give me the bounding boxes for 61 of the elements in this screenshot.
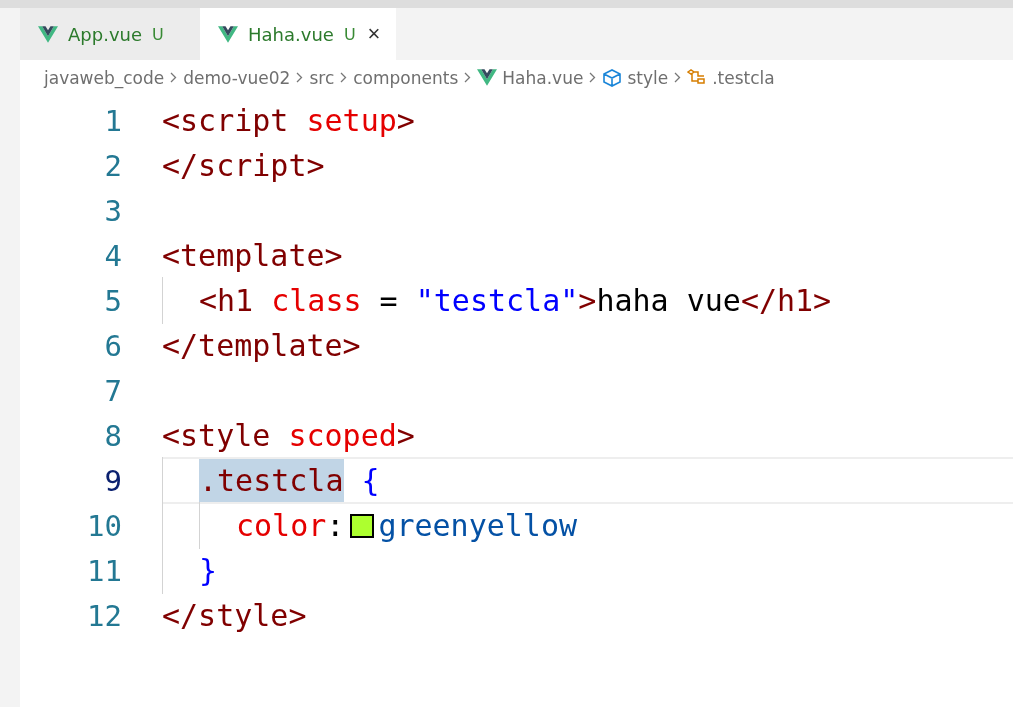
chevron-icon [464,72,472,83]
code-token: "testcla" [415,282,579,320]
breadcrumb-link[interactable]: .testcla [712,67,775,88]
breadcrumb-link[interactable]: src [309,67,335,88]
chevron-icon [170,72,178,83]
code-token: </h1> [740,282,832,320]
line-number: 1 [103,103,122,138]
chevron-icon [340,72,348,83]
code-token: { [360,462,380,500]
code-token: </template> [162,327,361,365]
code-token: haha vue [596,282,741,320]
code-token: class [270,282,362,320]
breadcrumb-link[interactable]: demo-vue02 [183,67,291,88]
code-token: <h1 [199,282,254,320]
line-number: 4 [103,238,122,273]
code-token: > [396,417,415,455]
vue-logo-icon [218,25,238,43]
git-status-label: U [343,24,356,44]
code-token: <template> [162,237,343,275]
line-number: 6 [103,328,122,363]
breadcrumb-link[interactable]: Haha.vue [502,67,584,88]
code-token: scoped [287,417,397,455]
line-number: 10 [86,508,122,543]
code-token: = [378,282,399,320]
code-token: <script [162,102,289,140]
code-token: color [236,507,327,545]
code-token: <style [162,417,271,455]
vue-logo-icon [477,69,498,86]
chevron-icon [674,72,682,83]
tab-label: App.vue [68,23,143,45]
structure-icon [687,68,708,87]
tab-label: Haha.vue [248,23,334,45]
line-number: 2 [103,148,122,183]
breadcrumb-link[interactable]: components [353,67,459,88]
line-number: 12 [86,598,122,633]
code-token: > [396,102,415,140]
code-token: greenyellow [378,507,578,545]
cube-icon [602,68,623,87]
line-number: 9 [103,463,122,498]
code-token: : [326,507,345,545]
line-number: 8 [103,418,122,453]
chevron-icon [296,72,304,83]
chevron-icon [589,72,597,83]
editor-tab[interactable]: App.vue U [20,8,200,60]
code-token: } [199,552,218,590]
line-number: 3 [103,193,122,228]
code-token: </style> [162,597,307,635]
line-number: 5 [103,283,122,318]
color-swatch[interactable] [350,513,375,538]
git-status-label: U [152,24,164,44]
line-number: 7 [103,373,122,408]
code-token: setup [305,102,397,140]
editor-tab[interactable]: Haha.vue U × [200,8,397,60]
breadcrumb-link[interactable]: style [627,67,669,88]
code-token: .testcla [199,459,344,502]
close-button[interactable]: × [365,23,383,45]
code-token: > [578,282,597,320]
vue-logo-icon [38,25,58,43]
breadcrumb-link[interactable]: javaweb_code [44,67,165,88]
code-token: </script> [162,147,325,185]
line-number: 11 [86,553,122,588]
